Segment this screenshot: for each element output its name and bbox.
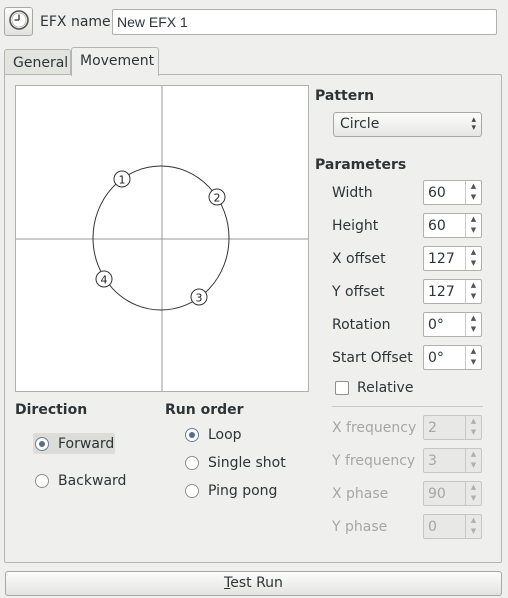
- spin-up-icon[interactable]: ▲: [466, 181, 481, 192]
- preview-path: [92, 165, 230, 311]
- height-input[interactable]: [424, 214, 466, 237]
- y-frequency-spinbox[interactable]: ▲▼: [423, 448, 482, 473]
- x-frequency-label: X frequency: [332, 420, 417, 436]
- spin-up-icon[interactable]: ▲: [466, 280, 481, 291]
- backward-label[interactable]: Backward: [58, 473, 126, 489]
- spin-up-icon[interactable]: ▲: [466, 247, 481, 258]
- parameters-divider: [332, 406, 483, 407]
- pattern-title: Pattern: [315, 88, 375, 104]
- x-phase-spinbox[interactable]: ▲▼: [423, 481, 482, 506]
- y-offset-input[interactable]: [424, 280, 466, 303]
- updown-arrows-icon: ▴ ▾: [471, 115, 476, 133]
- run-order-title: Run order: [165, 402, 244, 418]
- loop-radio[interactable]: [185, 428, 199, 442]
- efx-name-input[interactable]: [112, 9, 497, 35]
- preview-point-2-label: 2: [214, 192, 221, 205]
- preview-point-1-label: 1: [119, 174, 126, 187]
- relative-checkbox[interactable]: [335, 381, 349, 395]
- spin-down-icon[interactable]: ▼: [466, 460, 481, 471]
- x-phase-input[interactable]: [424, 482, 466, 505]
- y-phase-input[interactable]: [424, 515, 466, 538]
- spin-down-icon[interactable]: ▼: [466, 526, 481, 537]
- spin-down-icon[interactable]: ▼: [466, 225, 481, 236]
- y-phase-label: Y phase: [332, 519, 388, 535]
- height-spinbox[interactable]: ▲▼: [423, 213, 482, 238]
- x-frequency-spinbox[interactable]: ▲▼: [423, 415, 482, 440]
- start-offset-label: Start Offset: [332, 350, 413, 366]
- spin-up-icon[interactable]: ▲: [466, 515, 481, 526]
- y-phase-spinbox[interactable]: ▲▼: [423, 514, 482, 539]
- x-offset-label: X offset: [332, 251, 386, 267]
- relative-label[interactable]: Relative: [357, 380, 413, 396]
- spin-up-icon[interactable]: ▲: [466, 416, 481, 427]
- width-spinbox[interactable]: ▲▼: [423, 180, 482, 205]
- spin-down-icon[interactable]: ▼: [466, 192, 481, 203]
- efx-preview: 1 2 3 4: [15, 85, 309, 392]
- preview-point-1: 1: [113, 170, 131, 188]
- preview-point-3: 3: [190, 288, 208, 306]
- start-offset-input[interactable]: [424, 346, 466, 369]
- backward-radio[interactable]: [35, 474, 49, 488]
- x-phase-label: X phase: [332, 486, 389, 502]
- clock-button[interactable]: [4, 7, 33, 36]
- pattern-select-value: Circle: [340, 116, 380, 132]
- preview-point-3-label: 3: [196, 292, 203, 305]
- clock-icon: [8, 9, 30, 35]
- rotation-label: Rotation: [332, 317, 391, 333]
- x-offset-input[interactable]: [424, 247, 466, 270]
- x-frequency-input[interactable]: [424, 416, 466, 439]
- preview-point-4: 4: [95, 270, 113, 288]
- y-frequency-input[interactable]: [424, 449, 466, 472]
- single-shot-radio[interactable]: [185, 456, 199, 470]
- spin-down-icon[interactable]: ▼: [466, 357, 481, 368]
- y-frequency-label: Y frequency: [332, 453, 416, 469]
- pattern-select[interactable]: Circle ▴ ▾: [333, 112, 482, 137]
- width-input[interactable]: [424, 181, 466, 204]
- loop-label[interactable]: Loop: [208, 427, 242, 443]
- start-offset-spinbox[interactable]: ▲▼: [423, 345, 482, 370]
- tab-general[interactable]: General: [4, 49, 71, 75]
- test-run-button[interactable]: Test Run: [5, 571, 502, 596]
- spin-up-icon[interactable]: ▲: [466, 449, 481, 460]
- spin-down-icon[interactable]: ▼: [466, 258, 481, 269]
- spin-down-icon[interactable]: ▼: [466, 427, 481, 438]
- spin-up-icon[interactable]: ▲: [466, 346, 481, 357]
- ping-pong-radio[interactable]: [185, 484, 199, 498]
- y-offset-spinbox[interactable]: ▲▼: [423, 279, 482, 304]
- tab-movement[interactable]: Movement: [71, 47, 159, 76]
- efx-preview-canvas: 1 2 3 4: [16, 86, 308, 391]
- parameters-title: Parameters: [315, 157, 407, 173]
- test-run-label: est Run: [230, 575, 283, 591]
- spin-up-icon[interactable]: ▲: [466, 482, 481, 493]
- spin-up-icon[interactable]: ▲: [466, 214, 481, 225]
- y-offset-label: Y offset: [332, 284, 385, 300]
- direction-title: Direction: [15, 402, 88, 418]
- spin-down-icon[interactable]: ▼: [466, 493, 481, 504]
- forward-label[interactable]: Forward: [58, 436, 114, 452]
- spin-up-icon[interactable]: ▲: [466, 313, 481, 324]
- rotation-spinbox[interactable]: ▲▼: [423, 312, 482, 337]
- spin-down-icon[interactable]: ▼: [466, 324, 481, 335]
- height-label: Height: [332, 218, 379, 234]
- forward-radio[interactable]: [35, 437, 49, 451]
- spin-down-icon[interactable]: ▼: [466, 291, 481, 302]
- rotation-input[interactable]: [424, 313, 466, 336]
- preview-point-2: 2: [208, 188, 226, 206]
- width-label: Width: [332, 185, 373, 201]
- x-offset-spinbox[interactable]: ▲▼: [423, 246, 482, 271]
- single-shot-label[interactable]: Single shot: [208, 455, 286, 471]
- ping-pong-label[interactable]: Ping pong: [208, 483, 277, 499]
- preview-point-4-label: 4: [101, 274, 108, 287]
- efx-name-label: EFX name: [40, 14, 111, 30]
